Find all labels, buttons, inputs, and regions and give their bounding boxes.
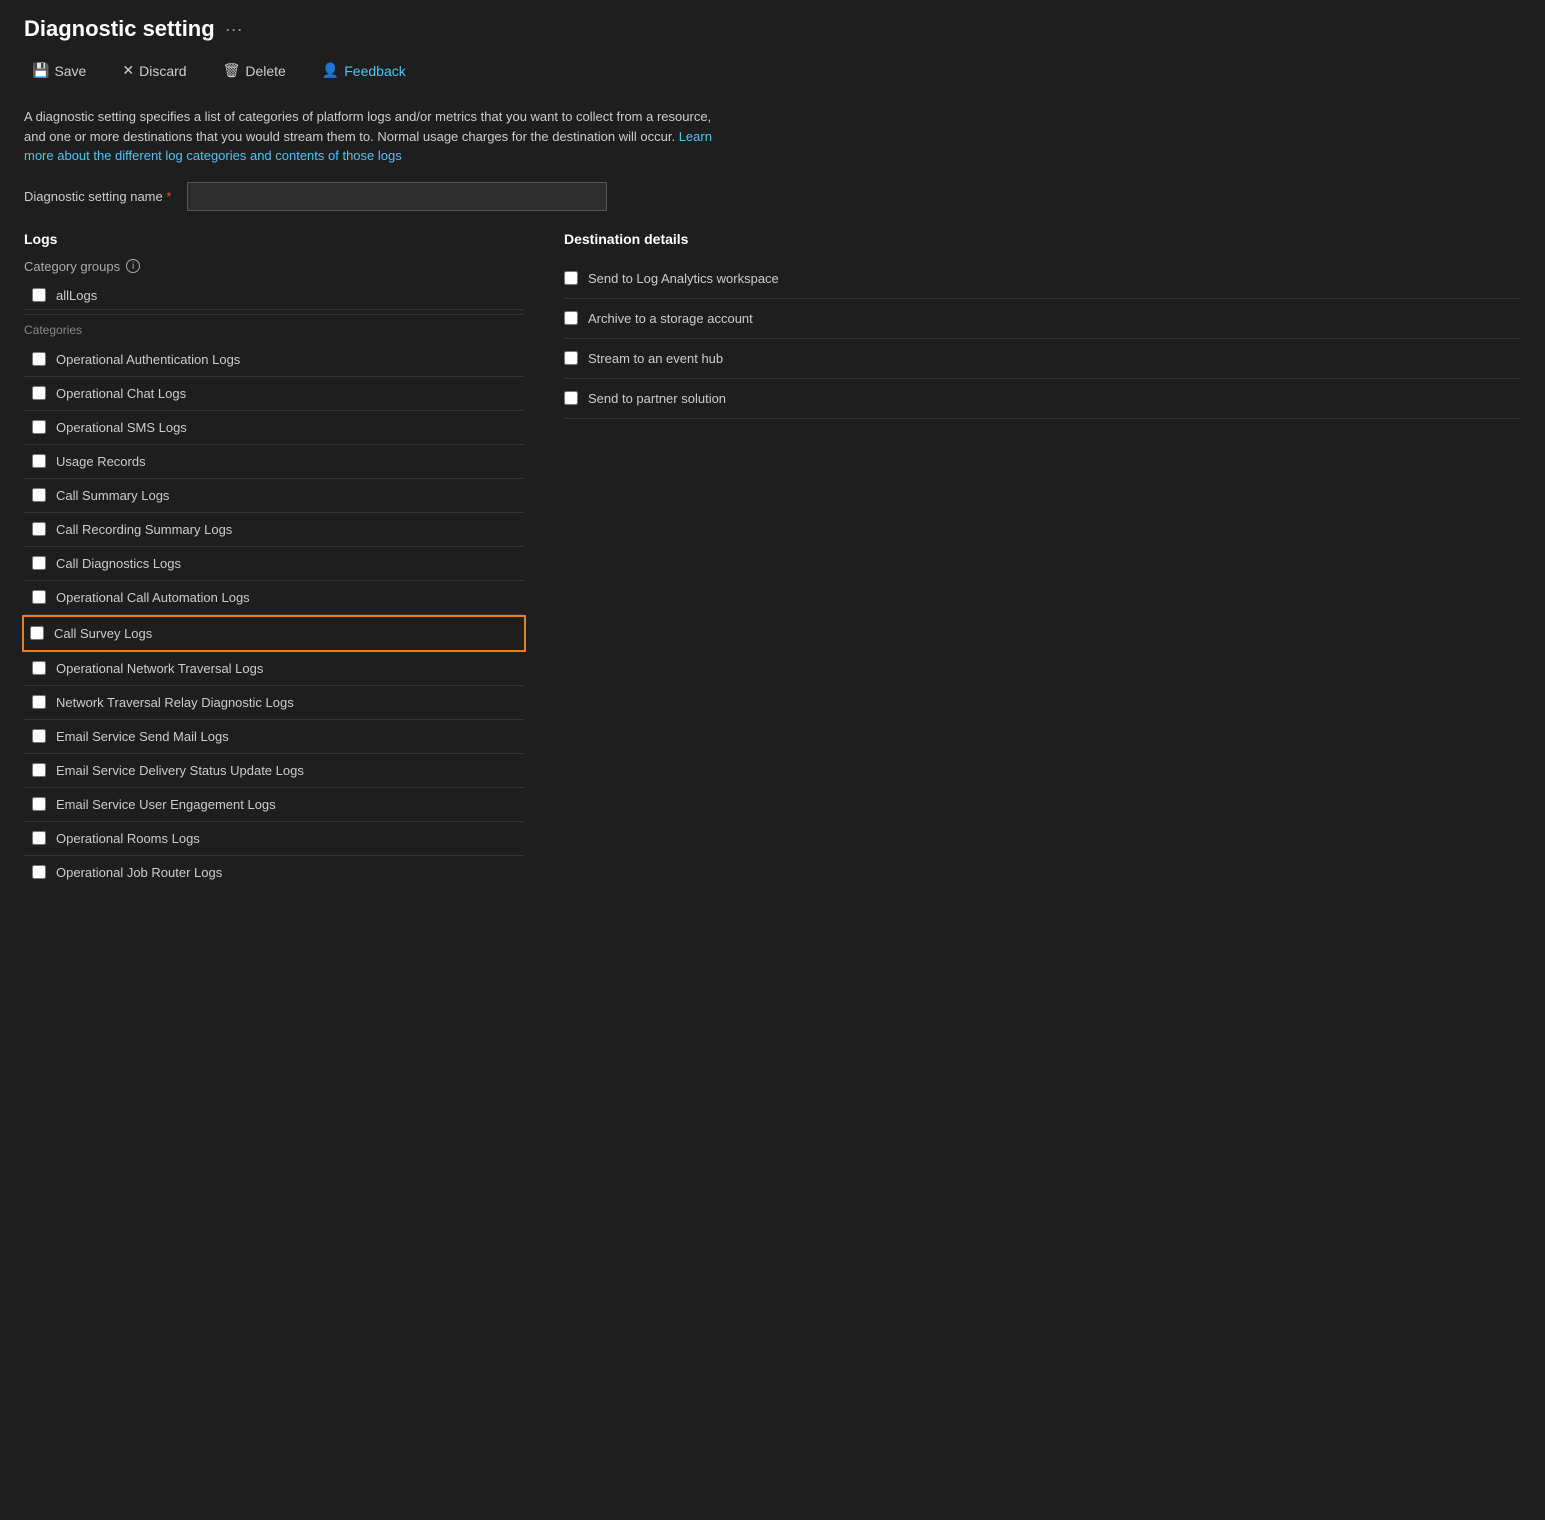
label-cat6[interactable]: Call Recording Summary Logs [56,522,232,537]
required-indicator: * [166,189,171,204]
category-item-cat8: Operational Call Automation Logs [24,581,524,615]
checkbox-cat10[interactable] [32,661,46,675]
page-title: Diagnostic setting [24,16,215,42]
setting-name-label: Diagnostic setting name * [24,189,171,204]
category-item-cat11: Network Traversal Relay Diagnostic Logs [24,686,524,720]
category-item-cat13: Email Service Delivery Status Update Log… [24,754,524,788]
category-item-cat6: Call Recording Summary Logs [24,513,524,547]
category-item-cat4: Usage Records [24,445,524,479]
dest-label-dest2[interactable]: Archive to a storage account [588,311,753,326]
category-item-cat9: Call Survey Logs [22,615,526,652]
categories-list: Operational Authentication Logs Operation… [24,343,524,889]
category-groups-label: Category groups i [24,259,524,274]
label-cat10[interactable]: Operational Network Traversal Logs [56,661,263,676]
label-cat5[interactable]: Call Summary Logs [56,488,169,503]
delete-button[interactable]: 🗑 Delete [215,58,294,83]
checkbox-cat14[interactable] [32,797,46,811]
dest-checkbox-dest4[interactable] [564,391,578,405]
checkbox-cat8[interactable] [32,590,46,604]
save-button[interactable]: 💾 Save [24,58,94,83]
destination-item-dest4: Send to partner solution [564,379,1521,419]
all-logs-label[interactable]: allLogs [56,288,97,303]
label-cat16[interactable]: Operational Job Router Logs [56,865,222,880]
checkbox-cat4[interactable] [32,454,46,468]
page-title-row: Diagnostic setting ··· [24,16,1521,42]
checkbox-cat7[interactable] [32,556,46,570]
dest-checkbox-dest2[interactable] [564,311,578,325]
logs-section: Logs Category groups i allLogs Categorie… [24,231,524,889]
category-item-cat1: Operational Authentication Logs [24,343,524,377]
checkbox-cat9[interactable] [30,626,44,640]
page-container: Diagnostic setting ··· 💾 Save ✕ Discard … [0,0,1545,905]
destination-item-dest3: Stream to an event hub [564,339,1521,379]
destination-section-title: Destination details [564,231,1521,247]
label-cat1[interactable]: Operational Authentication Logs [56,352,240,367]
delete-icon: 🗑 [223,62,241,79]
category-item-cat3: Operational SMS Logs [24,411,524,445]
destination-section: Destination details Send to Log Analytic… [564,231,1521,419]
feedback-icon: 👤 [322,62,339,79]
save-icon: 💾 [32,62,49,79]
label-cat4[interactable]: Usage Records [56,454,146,469]
toolbar: 💾 Save ✕ Discard 🗑 Delete 👤 Feedback [24,58,1521,91]
description-text: A diagnostic setting specifies a list of… [24,107,724,166]
checkbox-cat3[interactable] [32,420,46,434]
logs-section-title: Logs [24,231,524,247]
category-item-cat12: Email Service Send Mail Logs [24,720,524,754]
category-item-cat10: Operational Network Traversal Logs [24,652,524,686]
label-cat12[interactable]: Email Service Send Mail Logs [56,729,229,744]
dest-checkbox-dest1[interactable] [564,271,578,285]
dest-label-dest4[interactable]: Send to partner solution [588,391,726,406]
all-logs-checkbox[interactable] [32,288,46,302]
label-cat7[interactable]: Call Diagnostics Logs [56,556,181,571]
checkbox-cat12[interactable] [32,729,46,743]
category-item-cat15: Operational Rooms Logs [24,822,524,856]
label-cat8[interactable]: Operational Call Automation Logs [56,590,250,605]
checkbox-cat13[interactable] [32,763,46,777]
label-cat11[interactable]: Network Traversal Relay Diagnostic Logs [56,695,294,710]
feedback-button[interactable]: 👤 Feedback [314,58,414,83]
discard-icon: ✕ [122,62,134,79]
checkbox-cat5[interactable] [32,488,46,502]
dest-label-dest1[interactable]: Send to Log Analytics workspace [588,271,779,286]
main-content: Logs Category groups i allLogs Categorie… [24,231,1521,889]
label-cat15[interactable]: Operational Rooms Logs [56,831,200,846]
categories-label: Categories [24,323,524,337]
category-item-cat16: Operational Job Router Logs [24,856,524,889]
checkbox-cat11[interactable] [32,695,46,709]
all-logs-item: allLogs [24,282,524,310]
checkbox-cat15[interactable] [32,831,46,845]
checkbox-cat6[interactable] [32,522,46,536]
label-cat3[interactable]: Operational SMS Logs [56,420,187,435]
ellipsis-menu[interactable]: ··· [225,19,243,40]
label-cat2[interactable]: Operational Chat Logs [56,386,186,401]
destination-item-dest2: Archive to a storage account [564,299,1521,339]
setting-name-row: Diagnostic setting name * [24,182,1521,211]
category-item-cat14: Email Service User Engagement Logs [24,788,524,822]
label-cat14[interactable]: Email Service User Engagement Logs [56,797,276,812]
checkbox-cat2[interactable] [32,386,46,400]
setting-name-input[interactable] [187,182,607,211]
category-item-cat5: Call Summary Logs [24,479,524,513]
label-cat13[interactable]: Email Service Delivery Status Update Log… [56,763,304,778]
category-item-cat2: Operational Chat Logs [24,377,524,411]
destination-item-dest1: Send to Log Analytics workspace [564,259,1521,299]
category-item-cat7: Call Diagnostics Logs [24,547,524,581]
destination-list: Send to Log Analytics workspace Archive t… [564,259,1521,419]
checkbox-cat1[interactable] [32,352,46,366]
info-icon[interactable]: i [126,259,140,273]
discard-button[interactable]: ✕ Discard [114,58,194,83]
dest-label-dest3[interactable]: Stream to an event hub [588,351,723,366]
dest-checkbox-dest3[interactable] [564,351,578,365]
label-cat9[interactable]: Call Survey Logs [54,626,152,641]
checkbox-cat16[interactable] [32,865,46,879]
